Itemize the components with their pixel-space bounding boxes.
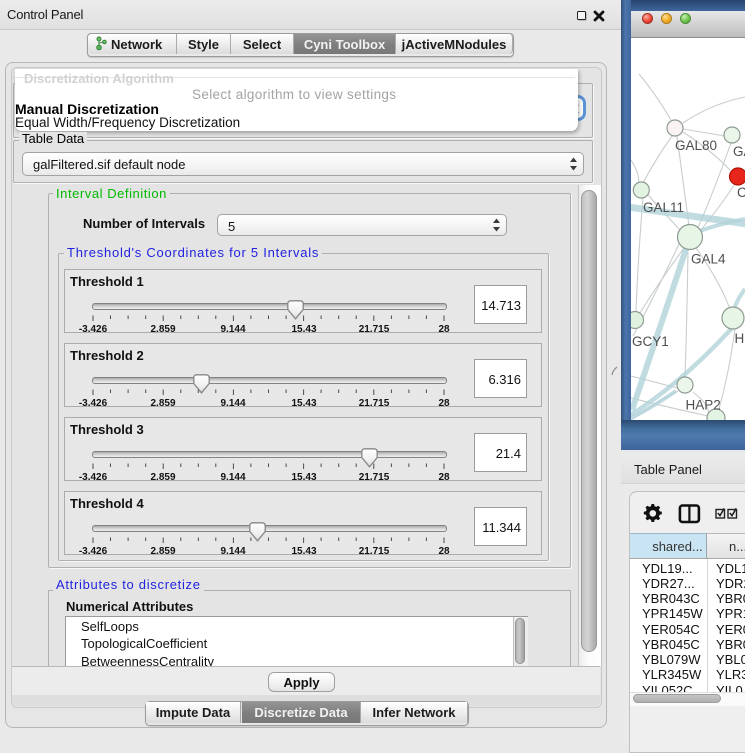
svg-text:GAL80: GAL80 bbox=[675, 138, 717, 153]
svg-text:GAL11: GAL11 bbox=[643, 200, 684, 215]
svg-text:GA: GA bbox=[733, 144, 745, 159]
svg-text:HAP2: HAP2 bbox=[686, 398, 721, 413]
svg-text:GAL4: GAL4 bbox=[691, 252, 726, 267]
svg-text:H: H bbox=[735, 331, 745, 346]
svg-text:GCY1: GCY1 bbox=[632, 334, 669, 349]
svg-text:C: C bbox=[737, 185, 745, 200]
